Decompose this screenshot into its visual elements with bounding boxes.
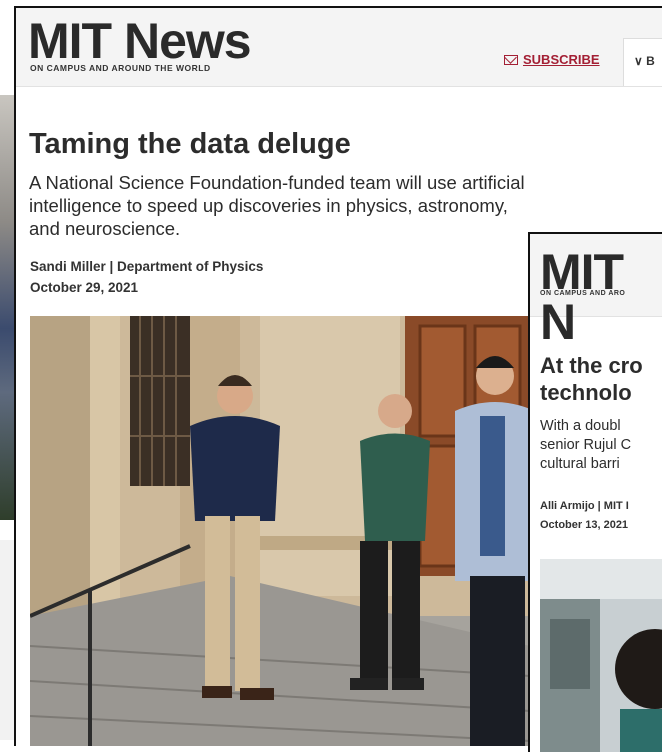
article-photo-illustration (30, 316, 530, 746)
secondary-site-logo[interactable]: MIT N (540, 247, 662, 347)
background-photo-strip (0, 95, 14, 520)
article-title: Taming the data deluge (29, 128, 351, 160)
secondary-article-byline[interactable]: Alli Armijo | MIT I (540, 500, 629, 512)
secondary-article-photo (540, 559, 662, 752)
secondary-site-header: MIT N ON CAMPUS AND ARO (530, 234, 662, 347)
article-photo (30, 316, 530, 746)
subscribe-link[interactable]: SUBSCRIBE (504, 52, 600, 67)
secondary-dek-line: cultural barri (540, 456, 620, 472)
secondary-site-tagline: ON CAMPUS AND ARO (540, 290, 626, 297)
article-date: October 29, 2021 (30, 280, 139, 295)
site-header: MIT News ON CAMPUS AND AROUND THE WORLD … (16, 8, 662, 87)
secondary-title-line: technolo (540, 380, 632, 405)
secondary-photo-illustration (540, 559, 662, 752)
site-tagline: ON CAMPUS AND AROUND THE WORLD (30, 63, 211, 73)
secondary-article-title: At the cro technolo (540, 352, 662, 406)
article-dek-line: A National Science Foundation-funded tea… (29, 172, 525, 193)
article-dek-line: intelligence to speed up discoveries in … (29, 195, 508, 216)
browse-button[interactable]: ∨ B (623, 38, 662, 86)
secondary-title-line: At the cro (540, 353, 643, 378)
secondary-article-screenshot: MIT N ON CAMPUS AND ARO At the cro techn… (528, 232, 662, 752)
article-byline[interactable]: Sandi Miller | Department of Physics (30, 259, 263, 274)
secondary-dek-line: senior Rujul C (540, 437, 632, 453)
subscribe-label: SUBSCRIBE (523, 52, 600, 67)
mail-icon (504, 54, 518, 65)
background-page-strip (0, 540, 14, 740)
article-dek: A National Science Foundation-funded tea… (29, 171, 662, 240)
browse-label: ∨ B (634, 54, 655, 68)
secondary-article-date: October 13, 2021 (540, 519, 629, 531)
site-logo[interactable]: MIT News (28, 16, 252, 66)
secondary-article-dek: With a doubl senior Rujul C cultural bar… (540, 417, 662, 474)
secondary-dek-line: With a doubl (540, 418, 621, 434)
